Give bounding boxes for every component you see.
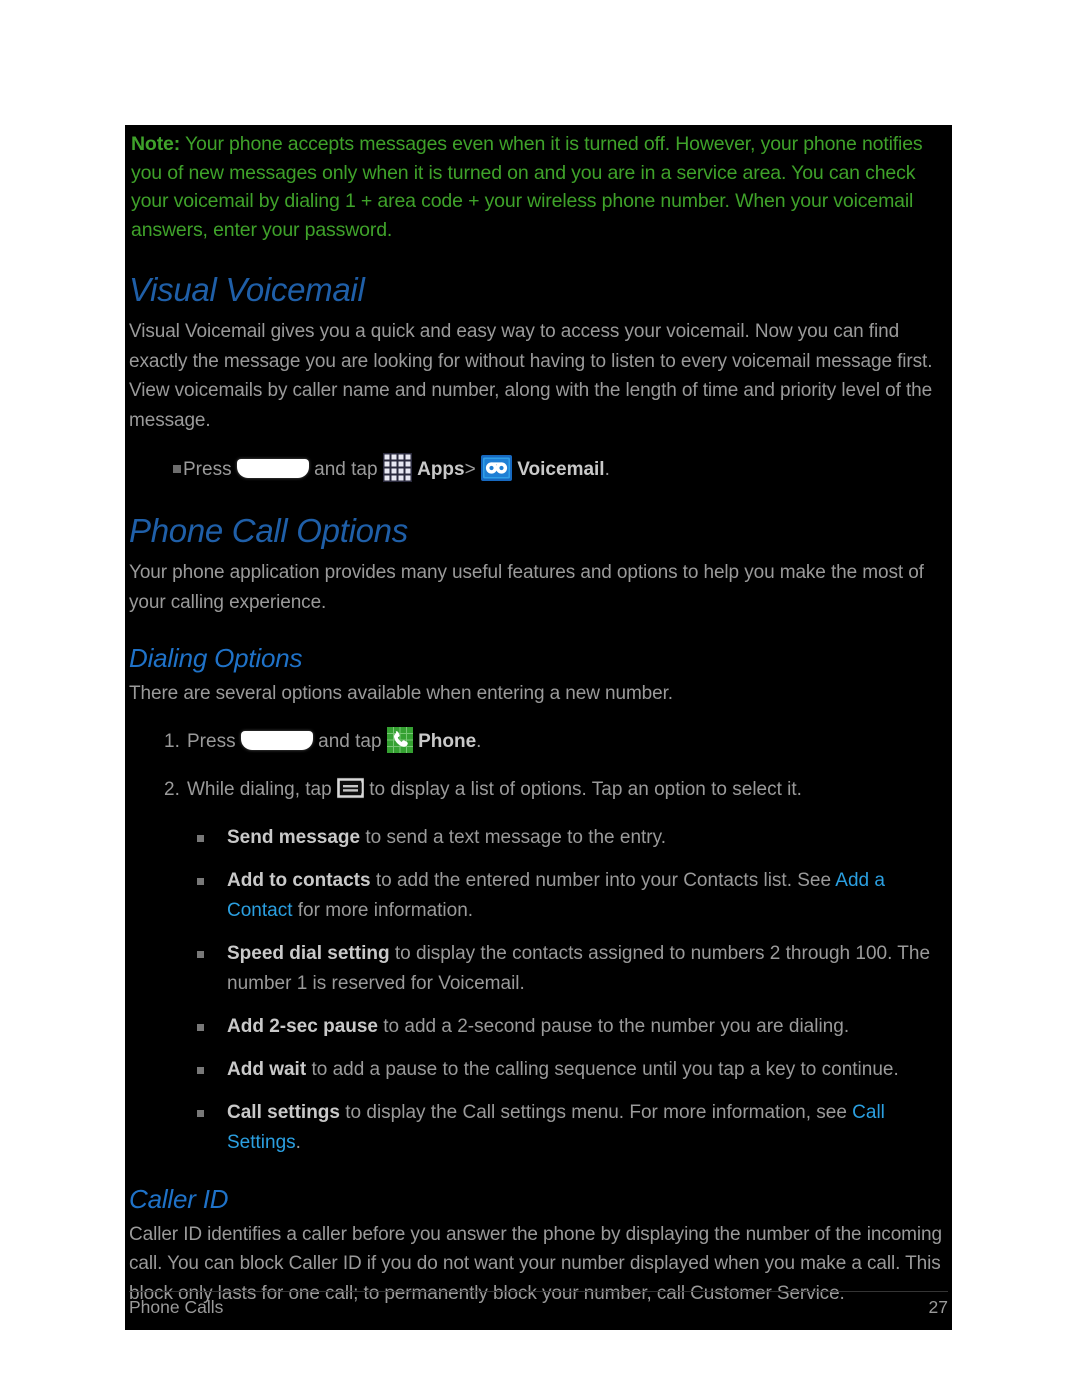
option-tail: . [295, 1131, 301, 1153]
heading-phone-call-options: Phone Call Options [129, 512, 408, 549]
note-text: Your phone accepts messages even when it… [131, 133, 923, 241]
option-text: to add a pause to the calling sequence u… [306, 1058, 899, 1080]
and-tap-label: and tap [318, 730, 382, 752]
page-canvas: Note: Your phone accepts messages even w… [0, 0, 1080, 1397]
square-bullet-icon [197, 877, 204, 885]
square-bullet-icon [197, 1066, 204, 1074]
option-term: Add wait [227, 1058, 307, 1080]
period: . [476, 730, 482, 752]
note-callout: Note: Your phone accepts messages even w… [129, 130, 951, 244]
dialing-steps-list: 1. Press and tap Phone. 2. While dialing… [129, 726, 948, 805]
phone-icon[interactable] [386, 726, 413, 753]
menu-key-icon[interactable] [336, 776, 364, 799]
list-item: 1. Press and tap Phone. [129, 726, 948, 757]
document-sheet: Note: Your phone accepts messages even w… [125, 125, 952, 1330]
step-prefix-text: While dialing, tap [187, 778, 332, 800]
option-term: Add 2-sec pause [227, 1015, 378, 1037]
page-footer: Phone Calls 27 [129, 1291, 948, 1318]
list-item: Add wait to add a pause to the calling s… [129, 1055, 948, 1085]
option-term: Speed dial setting [227, 942, 390, 964]
heading-dialing-options: Dialing Options [129, 643, 303, 673]
footer-section-label: Phone Calls [129, 1297, 224, 1317]
press-label: Press [183, 459, 232, 480]
phone-label: Phone [418, 730, 477, 752]
option-term: Call settings [227, 1101, 340, 1123]
list-item: Press and tap Apps> Voicemail. [129, 453, 948, 485]
paragraph-dialing-options: There are several options available when… [129, 683, 673, 704]
square-bullet-icon [197, 950, 204, 958]
option-term: Add to contacts [227, 869, 371, 891]
square-bullet-icon [197, 1023, 204, 1031]
option-tail: for more information. [292, 899, 474, 921]
apps-grid-icon[interactable] [382, 453, 412, 482]
option-text: to add the entered number into your Cont… [370, 869, 836, 891]
dialing-options-sublist: Send message to send a text message to t… [129, 823, 948, 1158]
visual-voicemail-bullet-list: Press and tap Apps> Voicemail. [129, 453, 948, 485]
separator-caret: > [464, 459, 476, 480]
footer-page-number: 27 [928, 1297, 948, 1317]
list-item: 2. While dialing, tap to display a list … [129, 775, 948, 805]
paragraph-visual-voicemail: Visual Voicemail gives you a quick and e… [129, 321, 933, 431]
option-text: to display the Call settings menu. For m… [339, 1101, 853, 1123]
period: . [604, 459, 610, 480]
square-bullet-icon [197, 1109, 204, 1117]
note-label: Note: [131, 133, 181, 155]
step-number: 1. [164, 730, 180, 752]
step-number: 2. [164, 778, 180, 800]
option-text: to add a 2-second pause to the number yo… [378, 1015, 850, 1037]
press-label: Press [187, 730, 236, 752]
square-bullet-icon [197, 834, 204, 842]
content-column: Note: Your phone accepts messages even w… [125, 125, 952, 1308]
home-key-icon[interactable] [236, 459, 309, 478]
voicemail-label: Voicemail [517, 459, 605, 480]
voicemail-icon[interactable] [481, 455, 512, 481]
list-item: Add to contacts to add the entered numbe… [129, 866, 948, 926]
square-bullet-icon [173, 465, 181, 473]
list-item: Send message to send a text message to t… [129, 823, 948, 853]
list-item: Call settings to display the Call settin… [129, 1098, 948, 1158]
heading-visual-voicemail: Visual Voicemail [129, 271, 365, 308]
list-item: Add 2-sec pause to add a 2-second pause … [129, 1012, 948, 1042]
step-suffix-text: to display a list of options. Tap an opt… [369, 778, 802, 800]
home-key-icon[interactable] [240, 730, 313, 750]
option-text: to send a text message to the entry. [360, 826, 667, 848]
and-tap-label: and tap [314, 459, 378, 480]
paragraph-phone-call-options: Your phone application provides many use… [129, 562, 924, 613]
apps-label: Apps [417, 459, 465, 480]
list-item: Speed dial setting to display the contac… [129, 939, 948, 999]
heading-caller-id: Caller ID [129, 1183, 229, 1214]
option-term: Send message [227, 826, 361, 848]
